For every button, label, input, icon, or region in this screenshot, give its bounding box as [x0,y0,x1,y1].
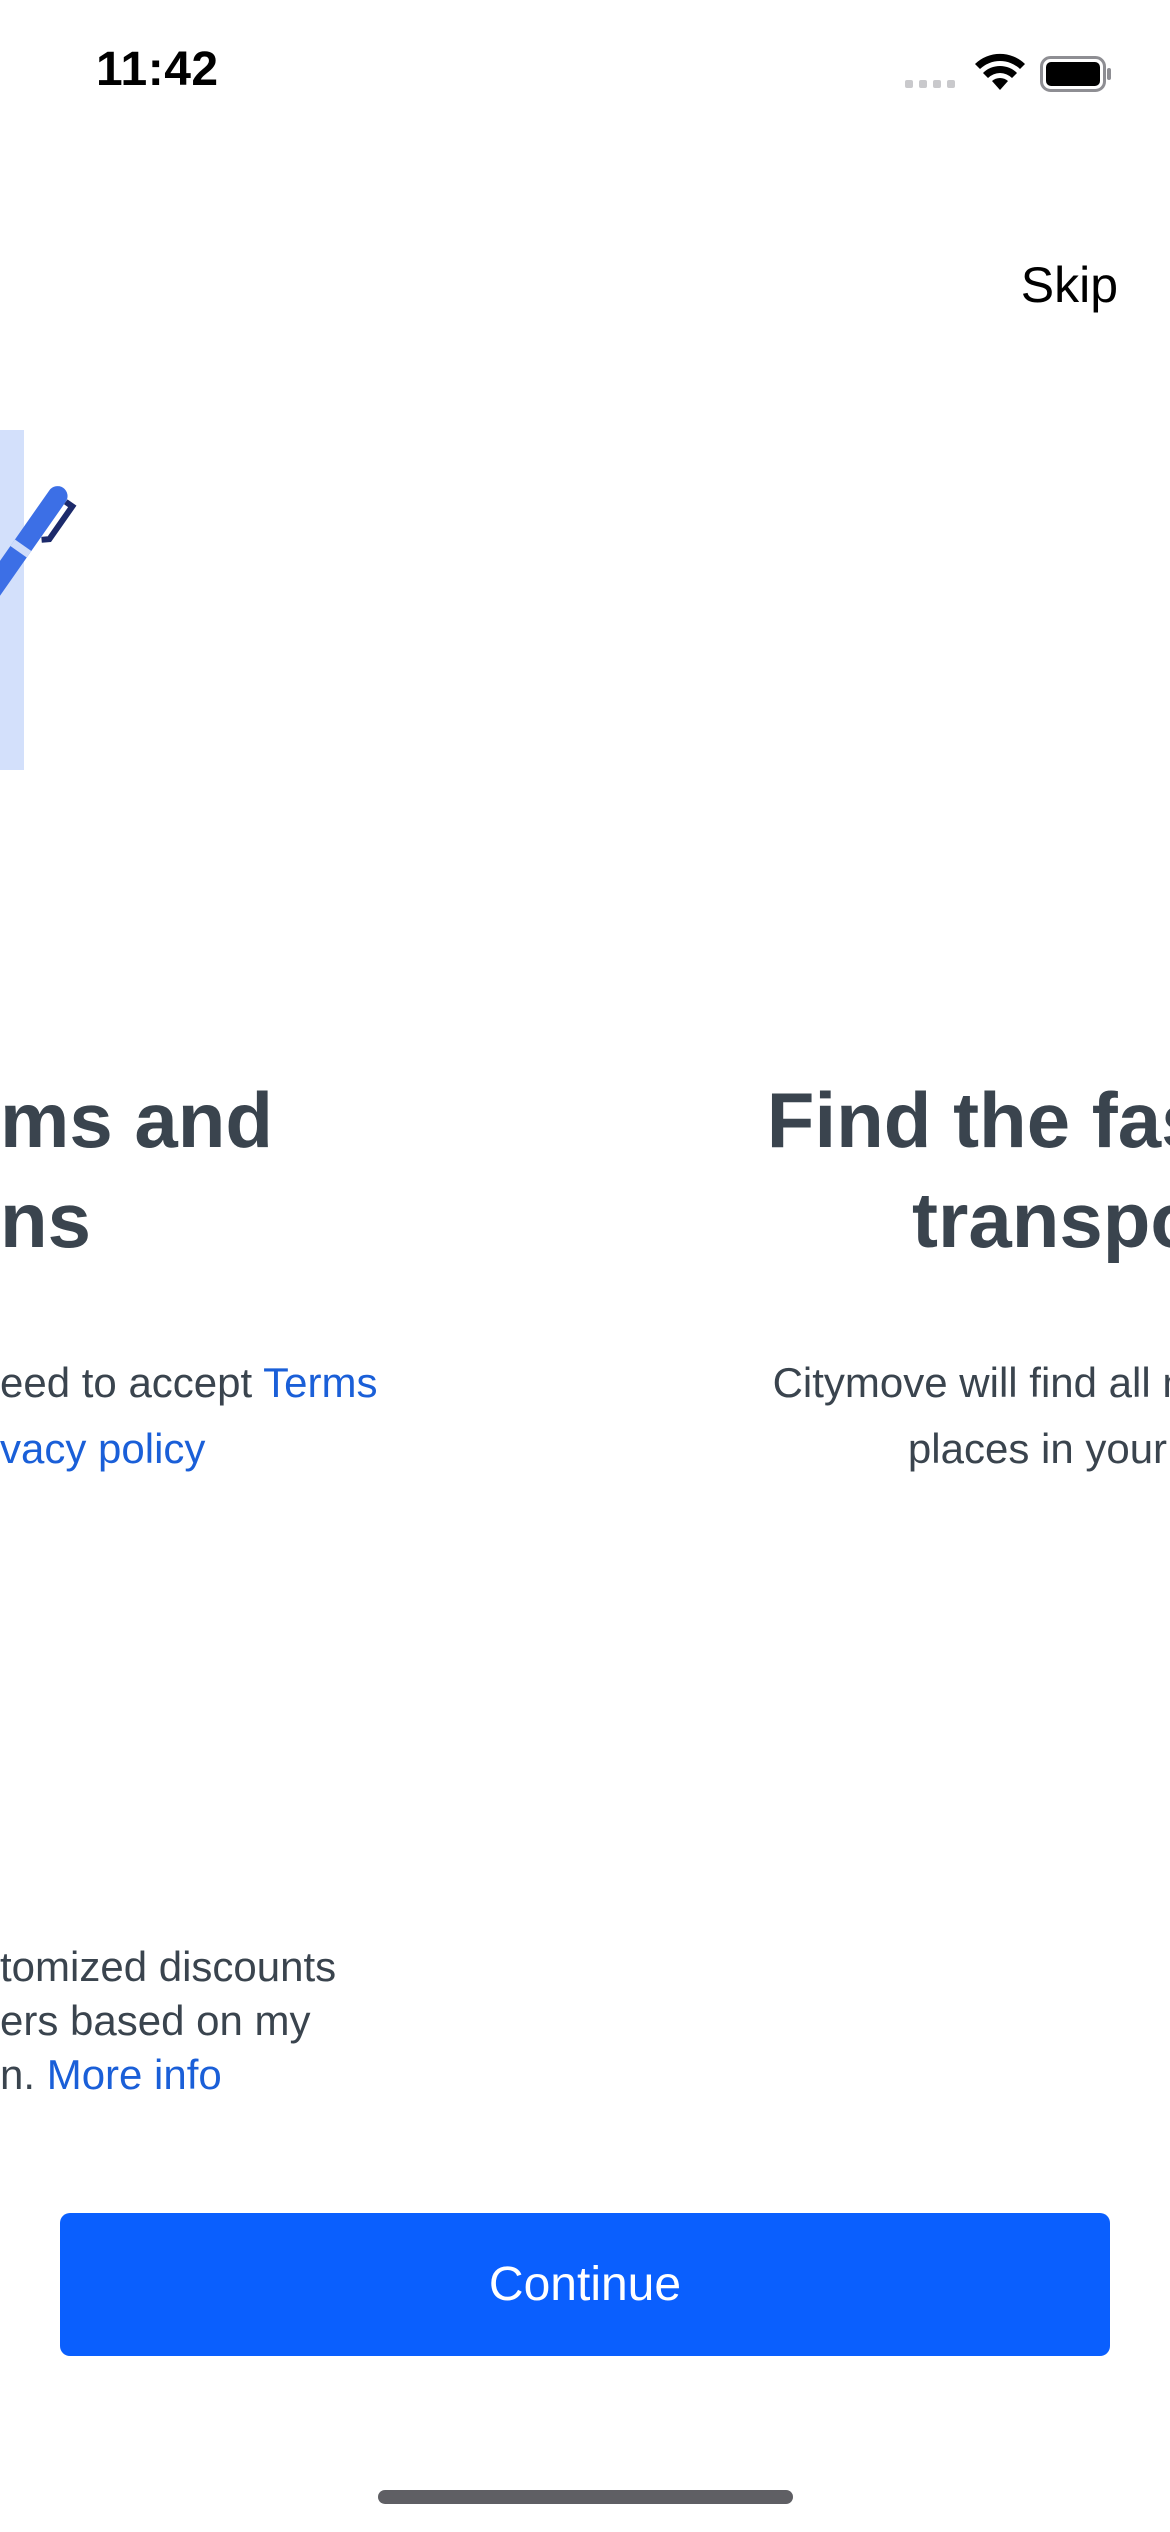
home-indicator[interactable] [378,2490,793,2504]
terms-heading-line2: ns [0,1176,92,1264]
terms-heading: ms and ns [0,1070,400,1270]
privacy-policy-link[interactable]: vacy policy [0,1425,205,1472]
terms-body: eed to accept Terms vacy policy [0,1350,420,1482]
terms-link[interactable]: Terms [263,1359,377,1406]
consent-line-2: ers based on my [0,1997,311,2044]
transport-body-line1: Citymove will find all mobility s [772,1359,1170,1406]
transport-body: Citymove will find all mobility s places… [540,1350,1170,1482]
onboarding-page-transport: Find the fastest transpo Citymove will f… [540,0,1170,2200]
continue-button[interactable]: Continue [60,2213,1110,2356]
transport-body-line2: places in your a [907,1425,1170,1472]
consent-line-1: tomized discounts [0,1943,337,1990]
terms-heading-line1: ms and [0,1076,274,1164]
consent-line-3: n. [0,2051,47,2098]
onboarding-pager[interactable]: ms and ns eed to accept Terms vacy polic… [0,0,1170,2200]
transport-heading-line1: Find the fastest [766,1076,1170,1164]
marketing-consent-text: tomized discounts ers based on my n. Mor… [0,1940,420,2102]
onboarding-page-terms: ms and ns eed to accept Terms vacy polic… [0,0,410,2200]
pen-illustration [0,430,77,770]
transport-heading-line2: transpo [911,1176,1170,1264]
transport-heading: Find the fastest transpo [540,1070,1170,1270]
terms-body-text: eed to accept [0,1359,264,1406]
more-info-link[interactable]: More info [47,2051,222,2098]
